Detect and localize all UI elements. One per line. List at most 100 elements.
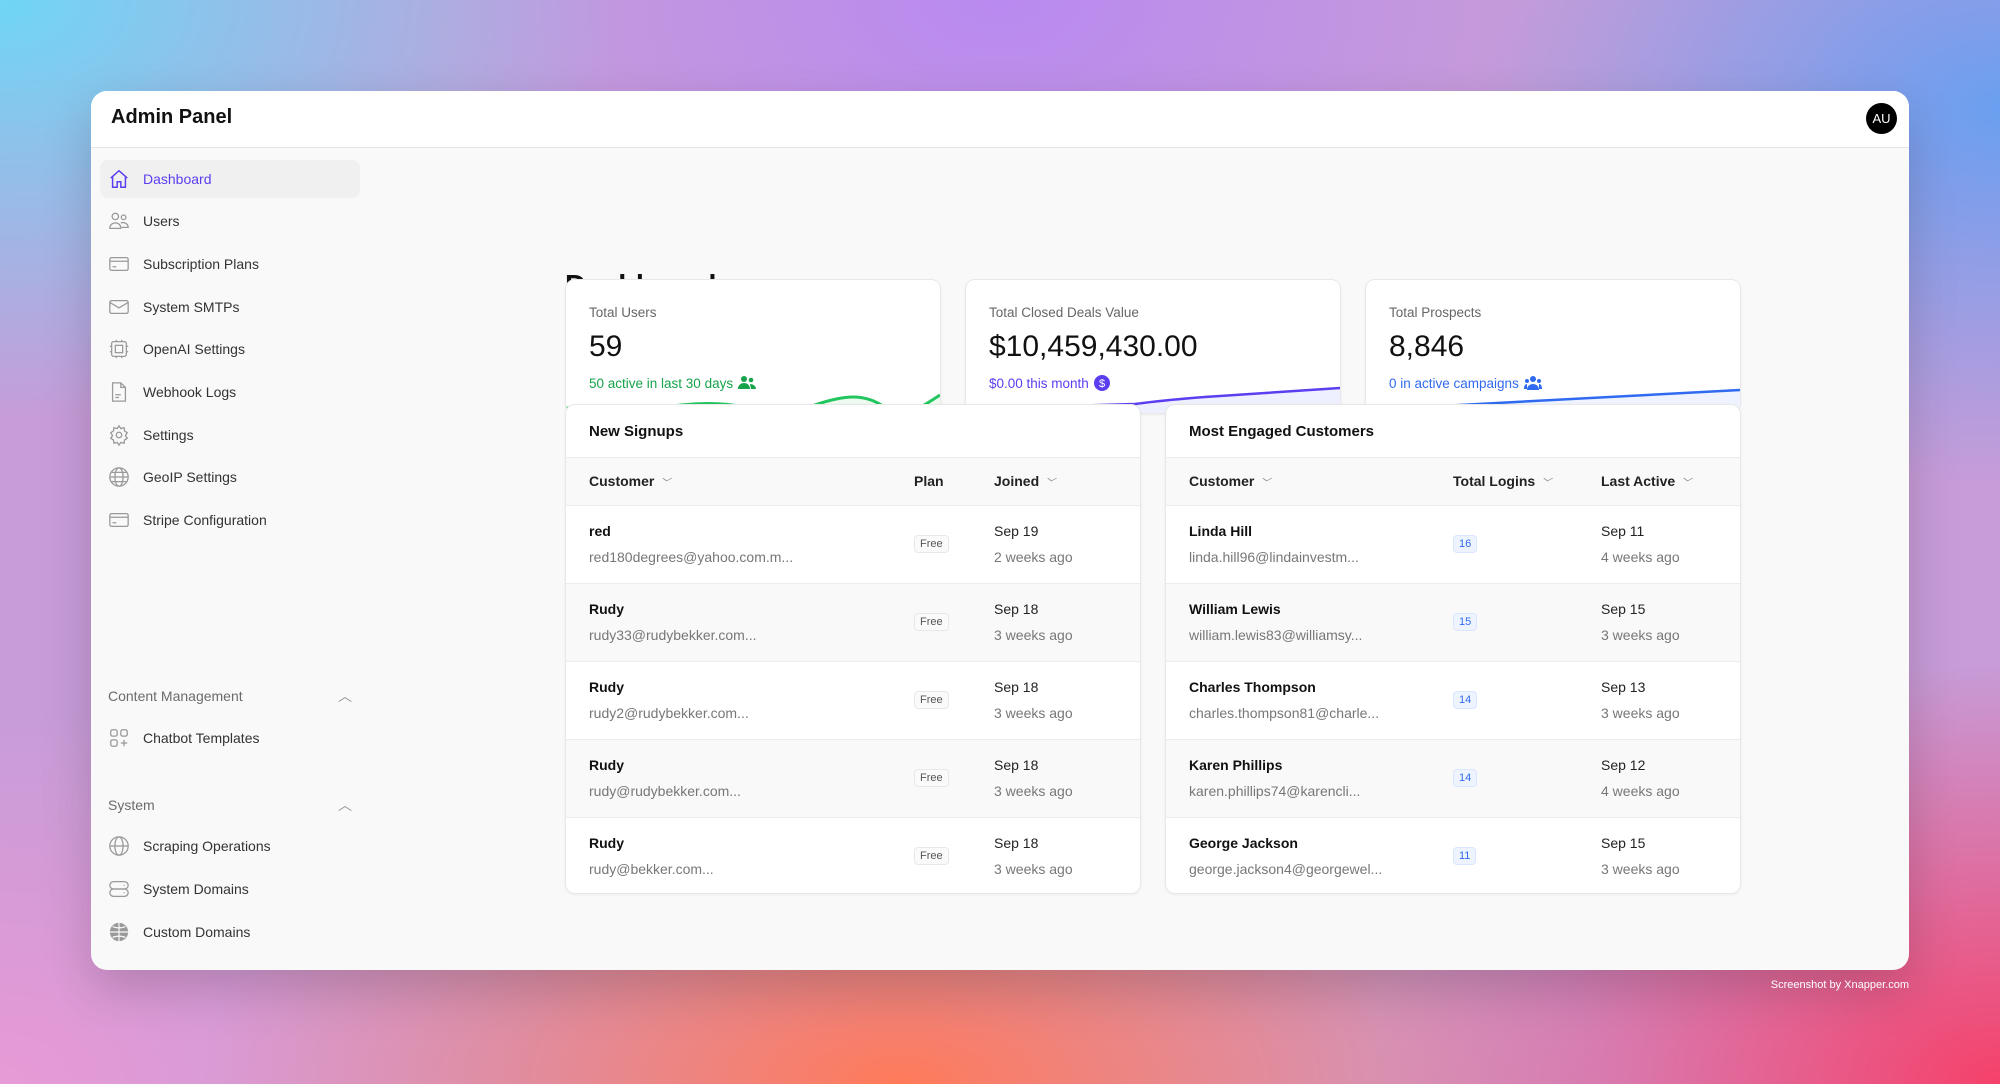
- sidebar-item-webhook-logs[interactable]: Webhook Logs: [100, 373, 360, 411]
- date: Sep 18: [994, 679, 1039, 695]
- chevron-down-icon: ﹀: [1260, 477, 1271, 489]
- customer-email: rudy2@rudybekker.com...: [589, 705, 749, 721]
- relative-time: 4 weeks ago: [1601, 549, 1680, 565]
- sidebar-item-scraping-operations[interactable]: Scraping Operations: [100, 827, 360, 865]
- relative-time: 3 weeks ago: [994, 627, 1073, 643]
- table-row[interactable]: Rudy rudy@bekker.com... Free Sep 18 3 weeks …: [566, 818, 1140, 893]
- table-row[interactable]: Rudy rudy33@rudybekker.com... Free Sep 18 3 …: [566, 584, 1140, 662]
- sidebar-item-settings[interactable]: Settings: [100, 416, 360, 454]
- customer-name: William Lewis: [1189, 601, 1281, 617]
- date: Sep 18: [994, 757, 1039, 773]
- sidebar-item-label: Scraping Operations: [143, 838, 271, 854]
- table-title: Most Engaged Customers: [1166, 405, 1740, 458]
- stat-label: Total Prospects: [1389, 305, 1482, 320]
- relative-time: 3 weeks ago: [994, 861, 1073, 877]
- new-signups-table: New Signups Customer ﹀ Plan Joined ﹀ red re…: [565, 404, 1141, 894]
- section-system[interactable]: System ︿: [108, 795, 352, 815]
- chevron-down-icon: ﹀: [1045, 477, 1056, 489]
- column-customer[interactable]: Customer ﹀: [589, 473, 670, 489]
- stat-value: 8,846: [1389, 330, 1465, 363]
- sidebar-item-custom-domains[interactable]: Custom Domains: [100, 913, 360, 951]
- logins-badge: 11: [1453, 847, 1477, 865]
- user-avatar[interactable]: AU: [1866, 103, 1897, 134]
- chevron-down-icon: ﹀: [1681, 477, 1692, 489]
- plan-badge: Free: [914, 847, 949, 865]
- column-last-active[interactable]: Last Active ﹀: [1601, 473, 1691, 489]
- sidebar-item-label: Users: [143, 213, 180, 229]
- sidebar-item-label: GeoIP Settings: [143, 469, 237, 485]
- table-row[interactable]: Rudy rudy2@rudybekker.com... Free Sep 18 3 w…: [566, 662, 1140, 740]
- column-joined[interactable]: Joined ﹀: [994, 473, 1055, 489]
- customer-name: Rudy: [589, 601, 624, 617]
- column-customer[interactable]: Customer ﹀: [1189, 473, 1270, 489]
- stat-card-closed-deals: Total Closed Deals Value $10,459,430.00 …: [965, 279, 1341, 414]
- sidebar-item-label: Custom Domains: [143, 924, 251, 940]
- sidebar-item-openai-settings[interactable]: OpenAI Settings: [100, 330, 360, 368]
- sidebar-item-geoip-settings[interactable]: GeoIP Settings: [100, 458, 360, 496]
- chevron-up-icon: ︿: [338, 688, 352, 704]
- customer-email: karen.phillips74@karencli...: [1189, 783, 1361, 799]
- column-label: Joined: [994, 473, 1040, 489]
- sidebar-item-label: System Domains: [143, 881, 249, 897]
- relative-time: 3 weeks ago: [994, 783, 1073, 799]
- relative-time: 4 weeks ago: [1601, 783, 1680, 799]
- globe-filled-icon: [109, 922, 129, 942]
- table-row[interactable]: Rudy rudy@rudybekker.com... Free Sep 18 3 we…: [566, 740, 1140, 818]
- sidebar-item-label: Dashboard: [143, 171, 212, 187]
- date: Sep 12: [1601, 757, 1646, 773]
- document-icon: [111, 382, 127, 402]
- sidebar-item-label: Settings: [143, 427, 194, 443]
- customer-name: Charles Thompson: [1189, 679, 1316, 695]
- table-title: New Signups: [566, 405, 1140, 458]
- top-bar: Admin Panel AU: [91, 91, 1909, 148]
- date: Sep 19: [994, 523, 1039, 539]
- section-label: System: [108, 797, 155, 813]
- table-row[interactable]: Karen Phillips karen.phillips74@karencli.…: [1166, 740, 1740, 818]
- column-label: Customer: [589, 473, 655, 489]
- customer-email: red180degrees@yahoo.com.m...: [589, 549, 794, 565]
- date: Sep 13: [1601, 679, 1646, 695]
- credit-card-icon: [109, 512, 129, 528]
- customer-name: Karen Phillips: [1189, 757, 1283, 773]
- sidebar-item-system-smtps[interactable]: System SMTPs: [100, 288, 360, 326]
- column-label: Last Active: [1601, 473, 1676, 489]
- table-row[interactable]: Charles Thompson charles.thompson81@charl…: [1166, 662, 1740, 740]
- sidebar-item-chatbot-templates[interactable]: Chatbot Templates: [100, 719, 360, 757]
- relative-time: 2 weeks ago: [994, 549, 1073, 565]
- date: Sep 11: [1601, 523, 1645, 539]
- customer-name: Rudy: [589, 757, 624, 773]
- table-row[interactable]: red red180degrees@yahoo.com.m... Free Sep 1…: [566, 506, 1140, 584]
- date: Sep 18: [994, 835, 1039, 851]
- table-row[interactable]: Linda Hill linda.hill96@lindainvestm... 16…: [1166, 506, 1740, 584]
- logins-badge: 15: [1453, 613, 1478, 631]
- column-label: Customer: [1189, 473, 1255, 489]
- column-total-logins[interactable]: Total Logins ﹀: [1453, 473, 1551, 489]
- app-window: Admin Panel AU Dashboard Users Subscript…: [91, 91, 1909, 970]
- stat-card-total-prospects: Total Prospects 8,846 0 in active campai…: [1365, 279, 1741, 414]
- customer-email: rudy@rudybekker.com...: [589, 783, 741, 799]
- date: Sep 18: [994, 601, 1039, 617]
- chevron-down-icon: ﹀: [660, 477, 671, 489]
- plan-badge: Free: [914, 769, 949, 787]
- sidebar-item-users[interactable]: Users: [100, 202, 360, 240]
- sidebar-item-subscription-plans[interactable]: Subscription Plans: [100, 245, 360, 283]
- logins-badge: 16: [1453, 535, 1478, 553]
- sidebar-item-label: Webhook Logs: [143, 384, 237, 400]
- screenshot-credit: Screenshot by Xnapper.com: [1770, 979, 1909, 991]
- customer-name: Rudy: [589, 679, 624, 695]
- app-title: Admin Panel: [111, 106, 233, 128]
- customer-name: Linda Hill: [1189, 523, 1252, 539]
- sidebar-item-system-domains[interactable]: System Domains: [100, 870, 360, 908]
- customer-email: charles.thompson81@charle...: [1189, 705, 1380, 721]
- plan-badge: Free: [914, 691, 949, 709]
- customer-name: George Jackson: [1189, 835, 1298, 851]
- customer-email: george.jackson4@georgewel...: [1189, 861, 1383, 877]
- sidebar-item-label: OpenAI Settings: [143, 341, 245, 357]
- table-header: Customer ﹀ Total Logins ﹀ Last Active ﹀: [1166, 458, 1740, 506]
- sidebar-item-dashboard[interactable]: Dashboard: [100, 160, 360, 198]
- users-icon: [109, 212, 129, 229]
- section-content-management[interactable]: Content Management ︿: [108, 686, 352, 706]
- table-row[interactable]: George Jackson george.jackson4@georgewel.…: [1166, 818, 1740, 893]
- sidebar-item-stripe-configuration[interactable]: Stripe Configuration: [100, 501, 360, 539]
- table-row[interactable]: William Lewis william.lewis83@williamsy..…: [1166, 584, 1740, 662]
